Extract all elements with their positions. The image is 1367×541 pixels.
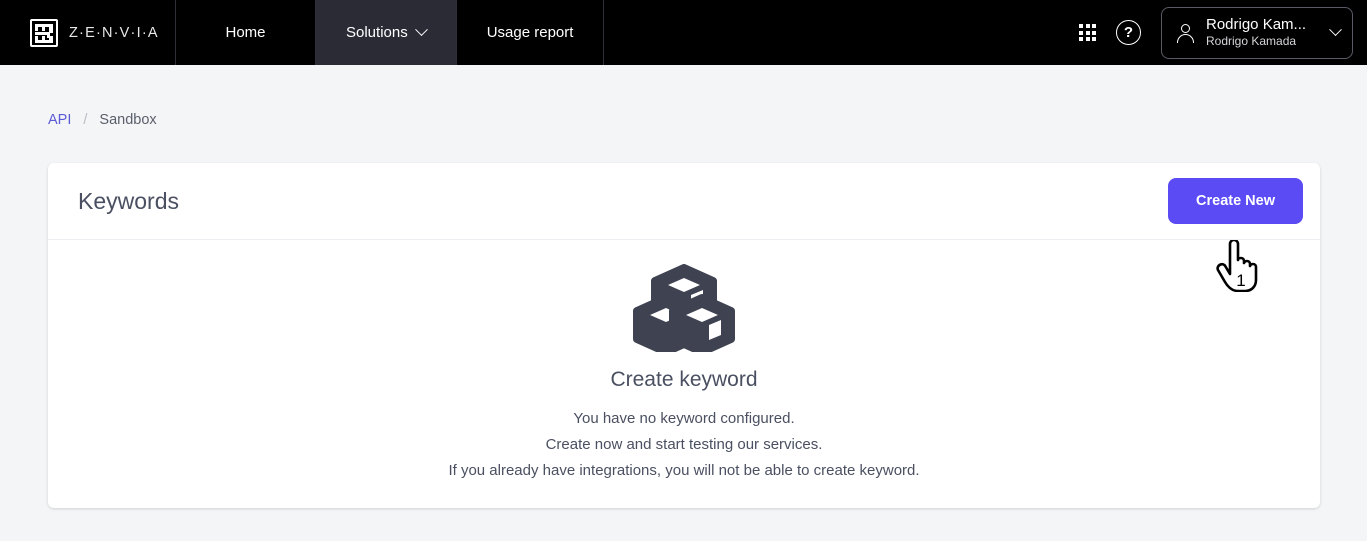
- zenvia-logo-icon: [30, 18, 58, 47]
- chevron-down-icon: [414, 23, 428, 37]
- profile-full-name: Rodrigo Kamada: [1206, 34, 1297, 49]
- profile-menu-button[interactable]: Rodrigo Kam... Rodrigo Kamada: [1161, 6, 1353, 59]
- create-new-button[interactable]: Create New: [1168, 178, 1303, 224]
- breadcrumb: API / Sandbox: [0, 65, 1367, 128]
- top-navbar: Z·E·N·V·I·A Home Solutions Usage report …: [0, 0, 1367, 65]
- profile-name: Rodrigo Kam...: [1206, 16, 1307, 34]
- three-cubes-icon: [633, 264, 735, 352]
- empty-state-line-1: You have no keyword configured.: [573, 410, 795, 427]
- empty-state-line-3: If you already have integrations, you wi…: [448, 462, 920, 479]
- chevron-down-icon: [1329, 23, 1342, 37]
- empty-state-title: Create keyword: [610, 368, 758, 391]
- empty-state: Create keyword You have no keyword confi…: [48, 240, 1320, 480]
- empty-state-description: You have no keyword configured. Create n…: [448, 410, 919, 480]
- breadcrumb-item-api[interactable]: API: [48, 112, 71, 128]
- nav-item-solutions[interactable]: Solutions: [316, 0, 457, 65]
- breadcrumb-separator: /: [83, 112, 88, 128]
- nav-item-solutions-label: Solutions: [346, 24, 408, 41]
- keywords-card: Keywords Create New Create keyword You h…: [48, 163, 1320, 508]
- breadcrumb-item-sandbox: Sandbox: [99, 112, 157, 128]
- card-header: Keywords Create New: [48, 163, 1320, 240]
- nav-item-home[interactable]: Home: [176, 0, 316, 65]
- question-mark-circle-icon[interactable]: ?: [1116, 20, 1141, 45]
- profile-text: Rodrigo Kam... Rodrigo Kamada: [1206, 16, 1306, 49]
- user-avatar-icon: [1176, 22, 1194, 44]
- brand-wordmark: Z·E·N·V·I·A: [69, 24, 159, 41]
- apps-grid-icon[interactable]: [1079, 24, 1096, 41]
- page-title: Keywords: [78, 187, 179, 214]
- nav-item-usage-report[interactable]: Usage report: [457, 0, 605, 65]
- nav-item-usage-report-label: Usage report: [486, 24, 574, 41]
- navbar-left-section: Z·E·N·V·I·A Home Solutions Usage report: [0, 0, 605, 65]
- brand-logo[interactable]: Z·E·N·V·I·A: [0, 0, 176, 65]
- navbar-right-section: ? Rodrigo Kam... Rodrigo Kamada: [1079, 0, 1367, 65]
- nav-item-home-label: Home: [225, 24, 266, 41]
- help-icon-glyph: ?: [1123, 24, 1134, 41]
- empty-state-line-2: Create now and start testing our service…: [545, 436, 823, 453]
